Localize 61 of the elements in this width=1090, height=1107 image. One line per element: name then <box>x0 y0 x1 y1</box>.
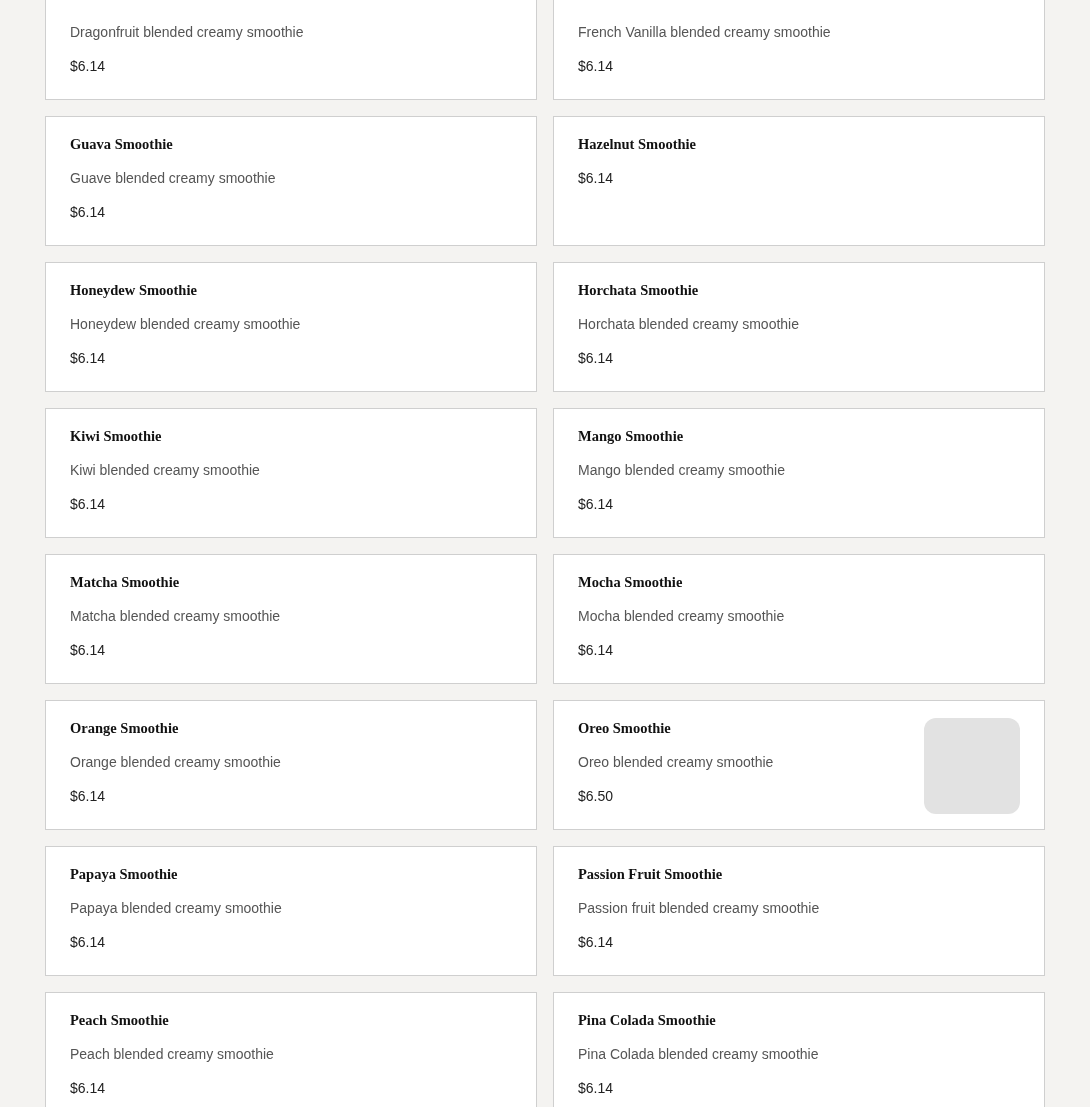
item-name: Horchata Smoothie <box>578 281 700 300</box>
item-description: Passion fruit blended creamy smoothie <box>578 899 821 918</box>
menu-item-card[interactable]: Orange Smoothie Orange blended creamy smoothie $6.14 <box>45 700 537 830</box>
item-name: Orange Smoothie <box>70 719 180 738</box>
item-price: $6.14 <box>70 1079 107 1098</box>
menu-item-card[interactable]: Hazelnut Smoothie $6.14 <box>553 116 1045 246</box>
menu-item-card[interactable]: Mocha Smoothie Mocha blended creamy smoothie $6.14 <box>553 554 1045 684</box>
item-price: $6.14 <box>70 57 107 76</box>
item-description: Oreo blended creamy smoothie <box>578 753 775 772</box>
item-description: Papaya blended creamy smoothie <box>70 899 283 918</box>
item-description: French Vanilla blended creamy smoothie <box>578 23 832 42</box>
item-price: $6.14 <box>70 349 107 368</box>
menu-item-card[interactable]: Horchata Smoothie Horchata blended creamy smoothie $6.14 <box>553 262 1045 392</box>
item-price: $6.14 <box>70 933 107 952</box>
menu-item-card[interactable]: Honeydew Smoothie Honeydew blended creamy smoothie $6.14 <box>45 262 537 392</box>
menu-item-card[interactable]: Matcha Smoothie Matcha blended creamy smoothie $6.14 <box>45 554 537 684</box>
menu-item-card[interactable]: Pina Colada Smoothie Pina Colada blended creamy smoothie $6.14 <box>553 992 1045 1107</box>
item-price: $6.14 <box>578 57 615 76</box>
item-name: Mango Smoothie <box>578 427 685 446</box>
item-price: $6.14 <box>70 203 107 222</box>
item-price: $6.14 <box>70 641 107 660</box>
menu-item-card[interactable]: Mango Smoothie Mango blended creamy smoothie $6.14 <box>553 408 1045 538</box>
item-description: Mango blended creamy smoothie <box>578 461 786 480</box>
menu-item-card[interactable]: Oreo Smoothie Oreo blended creamy smoothie $6.50 <box>553 700 1045 830</box>
item-price: $6.14 <box>578 169 615 188</box>
item-name: Mocha Smoothie <box>578 573 684 592</box>
item-description: Guave blended creamy smoothie <box>70 169 277 188</box>
item-name: Passion Fruit Smoothie <box>578 865 724 884</box>
menu-item-card[interactable]: Guava Smoothie Guave blended creamy smoothie $6.14 <box>45 116 537 246</box>
item-name: Hazelnut Smoothie <box>578 135 697 154</box>
item-price: $6.14 <box>70 787 107 806</box>
item-description: Kiwi blended creamy smoothie <box>70 461 261 480</box>
item-price: $6.50 <box>578 787 615 806</box>
menu-item-card[interactable]: Kiwi Smoothie Kiwi blended creamy smoothie $6.14 <box>45 408 537 538</box>
menu-item-card[interactable]: Dragonfruit blended creamy smoothie $6.14 <box>45 0 537 100</box>
menu-item-card[interactable]: Passion Fruit Smoothie Passion fruit blended creamy smoothie $6.14 <box>553 846 1045 976</box>
item-name: Kiwi Smoothie <box>70 427 163 446</box>
item-description: Matcha blended creamy smoothie <box>70 607 282 626</box>
item-description: Peach blended creamy smoothie <box>70 1045 275 1064</box>
item-description: Honeydew blended creamy smoothie <box>70 315 302 334</box>
item-name: Oreo Smoothie <box>578 719 672 738</box>
item-description: Horchata blended creamy smoothie <box>578 315 800 334</box>
item-name: Matcha Smoothie <box>70 573 181 592</box>
item-name: Papaya Smoothie <box>70 865 179 884</box>
item-price: $6.14 <box>578 641 615 660</box>
item-description: Orange blended creamy smoothie <box>70 753 282 772</box>
item-price: $6.14 <box>578 1079 615 1098</box>
menu-item-card[interactable]: Peach Smoothie Peach blended creamy smoothie $6.14 <box>45 992 537 1107</box>
item-description: Dragonfruit blended creamy smoothie <box>70 23 305 42</box>
item-description: Mocha blended creamy smoothie <box>578 607 786 626</box>
item-name: Pina Colada Smoothie <box>578 1011 717 1030</box>
item-description: Pina Colada blended creamy smoothie <box>578 1045 820 1064</box>
item-price: $6.14 <box>578 349 615 368</box>
item-price: $6.14 <box>578 933 615 952</box>
item-price: $6.14 <box>578 495 615 514</box>
item-name: Honeydew Smoothie <box>70 281 198 300</box>
item-name: Peach Smoothie <box>70 1011 170 1030</box>
menu-item-card[interactable]: Papaya Smoothie Papaya blended creamy smoothie $6.14 <box>45 846 537 976</box>
item-price: $6.14 <box>70 495 107 514</box>
menu-item-card[interactable]: French Vanilla blended creamy smoothie $6.14 <box>553 0 1045 100</box>
item-name: Guava Smoothie <box>70 135 174 154</box>
